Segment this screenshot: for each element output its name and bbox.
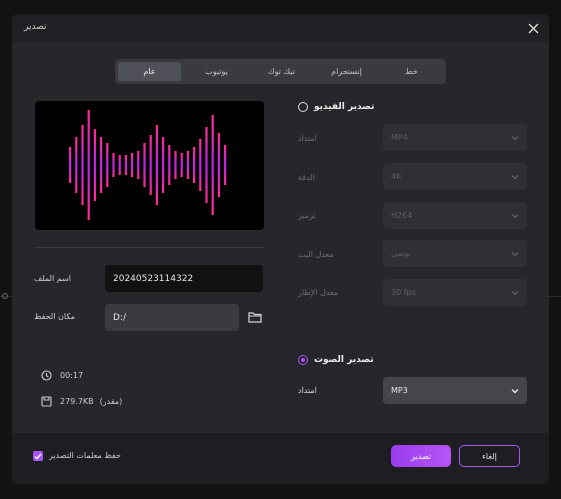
video-bitrate-select[interactable]: يوصى — [383, 240, 527, 267]
video-framerate-label: معدل الإطار — [298, 288, 339, 297]
waveform-bar — [143, 143, 146, 187]
chevron-down-icon — [511, 289, 519, 297]
waveform-bar — [106, 143, 109, 187]
video-resolution-value: 4K — [391, 172, 402, 181]
audio-export-radio[interactable] — [298, 355, 308, 365]
chevron-down-icon — [511, 134, 519, 142]
chevron-down-icon — [511, 212, 519, 220]
video-bitrate-value: يوصى — [391, 249, 411, 258]
checkmark-icon — [34, 453, 42, 460]
export-dialog: تصدير عام يوتيوب تيك توك إنستجرام خط اسم… — [12, 14, 549, 484]
file-name-label: اسم الملف — [34, 274, 72, 283]
audio-extension-value: MP3 — [391, 386, 408, 395]
folder-icon — [248, 312, 262, 323]
waveform-bar — [87, 110, 90, 220]
waveform-bar — [205, 127, 208, 203]
chevron-down-icon — [511, 387, 519, 395]
waveform-bar — [180, 153, 183, 177]
waveform-bar — [100, 137, 103, 193]
waveform-bar — [199, 139, 202, 191]
tab-instagram[interactable]: إنستجرام — [315, 62, 378, 81]
audio-extension-select[interactable]: MP3 — [383, 377, 527, 404]
waveform-bar — [217, 133, 220, 197]
video-extension-label: امتداد — [298, 134, 317, 143]
waveform-bar — [186, 151, 189, 179]
waveform-bar — [149, 135, 152, 195]
video-codec-select[interactable]: H264 — [383, 202, 527, 229]
video-bitrate-label: معدل البت — [298, 250, 334, 259]
waveform-bar — [112, 153, 115, 177]
audio-export-option[interactable]: تصدير الصوت — [298, 355, 374, 365]
video-codec-value: H264 — [391, 211, 413, 220]
dialog-footer: حفظ معلمات التصدير تصدير إلغاء — [12, 433, 549, 484]
duration-value: 00:17 — [60, 370, 84, 380]
video-resolution-label: الدقة — [298, 173, 315, 182]
tab-tiktok[interactable]: تيك توك — [250, 62, 313, 81]
tab-line[interactable]: خط — [380, 62, 443, 81]
video-resolution-select[interactable]: 4K — [383, 163, 527, 190]
file-size-row: 279.7KB (مقدر) — [40, 395, 122, 407]
waveform-bar — [75, 137, 78, 193]
waveform-bar — [193, 147, 196, 183]
cancel-button[interactable]: إلغاء — [459, 445, 520, 467]
save-location-input[interactable]: D:/ — [105, 304, 239, 331]
video-codec-label: ترميز — [298, 211, 316, 220]
chevron-down-icon — [511, 250, 519, 258]
audio-waveform — [69, 110, 227, 220]
video-framerate-select[interactable]: 30 fps — [383, 279, 527, 306]
dialog-title: تصدير — [24, 22, 47, 32]
video-framerate-value: 30 fps — [391, 288, 416, 297]
waveform-bar — [69, 147, 72, 183]
file-name-input[interactable]: 20240523114322 — [105, 265, 263, 292]
browse-folder-button[interactable] — [246, 308, 264, 326]
video-export-option[interactable]: تصدير الفيديو — [298, 102, 374, 112]
close-icon — [528, 23, 538, 33]
preview-divider — [35, 247, 264, 248]
waveform-bar — [162, 137, 165, 193]
waveform-bar — [137, 151, 140, 179]
file-size-icon — [40, 395, 52, 407]
tab-youtube[interactable]: يوتيوب — [185, 62, 248, 81]
background-divider — [549, 296, 561, 297]
video-export-radio[interactable] — [298, 102, 308, 112]
duration-row: 00:17 — [40, 369, 83, 381]
video-extension-select[interactable]: MP4 — [383, 124, 527, 151]
audio-preview — [35, 101, 264, 230]
waveform-bar — [124, 155, 127, 175]
waveform-bar — [174, 151, 177, 179]
background-handle — [2, 293, 8, 299]
close-button[interactable] — [523, 18, 543, 38]
tab-general[interactable]: عام — [118, 62, 181, 81]
waveform-bar — [93, 129, 96, 201]
waveform-bar — [81, 125, 84, 205]
save-params-checkbox[interactable] — [33, 451, 43, 461]
waveform-bar — [118, 155, 121, 175]
waveform-bar — [131, 153, 134, 177]
export-button[interactable]: تصدير — [391, 445, 451, 467]
file-size-value: 279.7KB — [60, 396, 94, 406]
save-location-label: مكان الحفظ — [34, 312, 76, 321]
dialog-title-bar: تصدير — [12, 14, 549, 42]
audio-export-label: تصدير الصوت — [314, 355, 374, 365]
chevron-down-icon — [511, 173, 519, 181]
export-tabs: عام يوتيوب تيك توك إنستجرام خط — [115, 59, 446, 84]
save-params-label: حفظ معلمات التصدير — [49, 451, 121, 460]
waveform-bar — [155, 125, 158, 205]
waveform-bar — [224, 145, 227, 185]
audio-extension-label: امتداد — [298, 386, 317, 395]
waveform-bar — [211, 115, 214, 215]
video-extension-value: MP4 — [391, 133, 408, 142]
file-size-note: (مقدر) — [99, 396, 123, 406]
clock-icon — [40, 369, 52, 381]
video-export-label: تصدير الفيديو — [314, 102, 375, 112]
waveform-bar — [168, 145, 171, 185]
